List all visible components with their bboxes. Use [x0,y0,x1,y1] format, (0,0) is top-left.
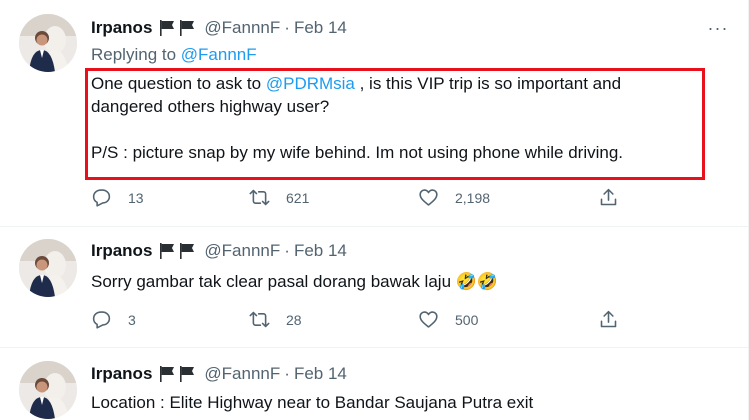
separator-dot: · [284,241,290,260]
separator-dot: · [284,364,290,383]
handle[interactable]: @FannnF [204,241,280,261]
reply-button[interactable]: 3 [91,309,136,330]
avatar-photo [19,361,77,419]
retweet-button[interactable]: 621 [249,187,309,208]
tweet-header: Irpanos @FannnF · Feb 14 [91,17,347,39]
handle[interactable]: @FannnF [204,18,280,38]
avatar[interactable] [19,239,77,297]
avatar[interactable] [19,14,77,72]
reply-count: 13 [128,189,144,206]
highlight-box [85,68,705,180]
black-flag-icon [180,366,195,382]
tweet-header: Irpanos @FannnF · Feb 14 [91,363,347,385]
avatar-photo [19,14,77,72]
reply-count: 3 [128,311,136,328]
black-flag-icon [180,20,195,36]
tweet-actions: 13 621 2,198 [91,187,631,211]
replying-to: Replying to @FannnF [91,45,257,65]
share-icon [600,310,617,328]
tweet-date[interactable]: Feb 14 [294,364,347,384]
tweet-divider [0,347,748,348]
replying-prefix: Replying to [91,45,181,64]
tweet-header: Irpanos @FannnF · Feb 14 [91,240,347,262]
like-button[interactable]: 2,198 [418,187,490,208]
flag-emojis [158,19,198,37]
tweet-actions: 3 28 500 [91,309,631,333]
black-flag-icon [180,243,195,259]
black-flag-icon [160,366,175,382]
avatar-photo [19,239,77,297]
retweet-icon [249,189,270,206]
tweet-text: Location : Elite Highway near to Bandar … [91,393,534,412]
flag-emojis [158,242,198,260]
avatar[interactable] [19,361,77,419]
tweet-date[interactable]: Feb 14 [294,241,347,261]
black-flag-icon [160,20,175,36]
retweet-count: 28 [286,311,302,328]
display-name[interactable]: Irpanos [91,364,152,384]
like-count: 2,198 [455,189,491,206]
like-button[interactable]: 500 [418,309,478,330]
display-name[interactable]: Irpanos [91,18,152,38]
retweet-count: 621 [286,189,310,206]
laughing-emoji: 🤣🤣 [455,272,499,291]
black-flag-icon [160,243,175,259]
heart-icon [419,311,438,328]
reply-icon [92,189,111,207]
tweet-date[interactable]: Feb 14 [294,18,347,38]
share-button[interactable] [598,309,619,330]
retweet-button[interactable]: 28 [249,309,302,330]
replying-to-mention[interactable]: @FannnF [181,45,257,64]
flag-emojis [158,365,198,383]
display-name[interactable]: Irpanos [91,241,152,261]
reply-icon [92,311,111,329]
tweet-text: Sorry gambar tak clear pasal dorang bawa… [91,270,498,293]
retweet-icon [249,311,270,328]
share-icon [600,188,617,206]
share-button[interactable] [598,187,619,208]
tweet-divider [0,226,748,227]
more-icon[interactable]: ··· [707,17,729,39]
like-count: 500 [455,311,479,328]
separator-dot: · [284,18,290,37]
handle[interactable]: @FannnF [204,364,280,384]
text-content: Sorry gambar tak clear pasal dorang bawa… [91,272,456,291]
heart-icon [419,189,438,206]
reply-button[interactable]: 13 [91,187,144,208]
